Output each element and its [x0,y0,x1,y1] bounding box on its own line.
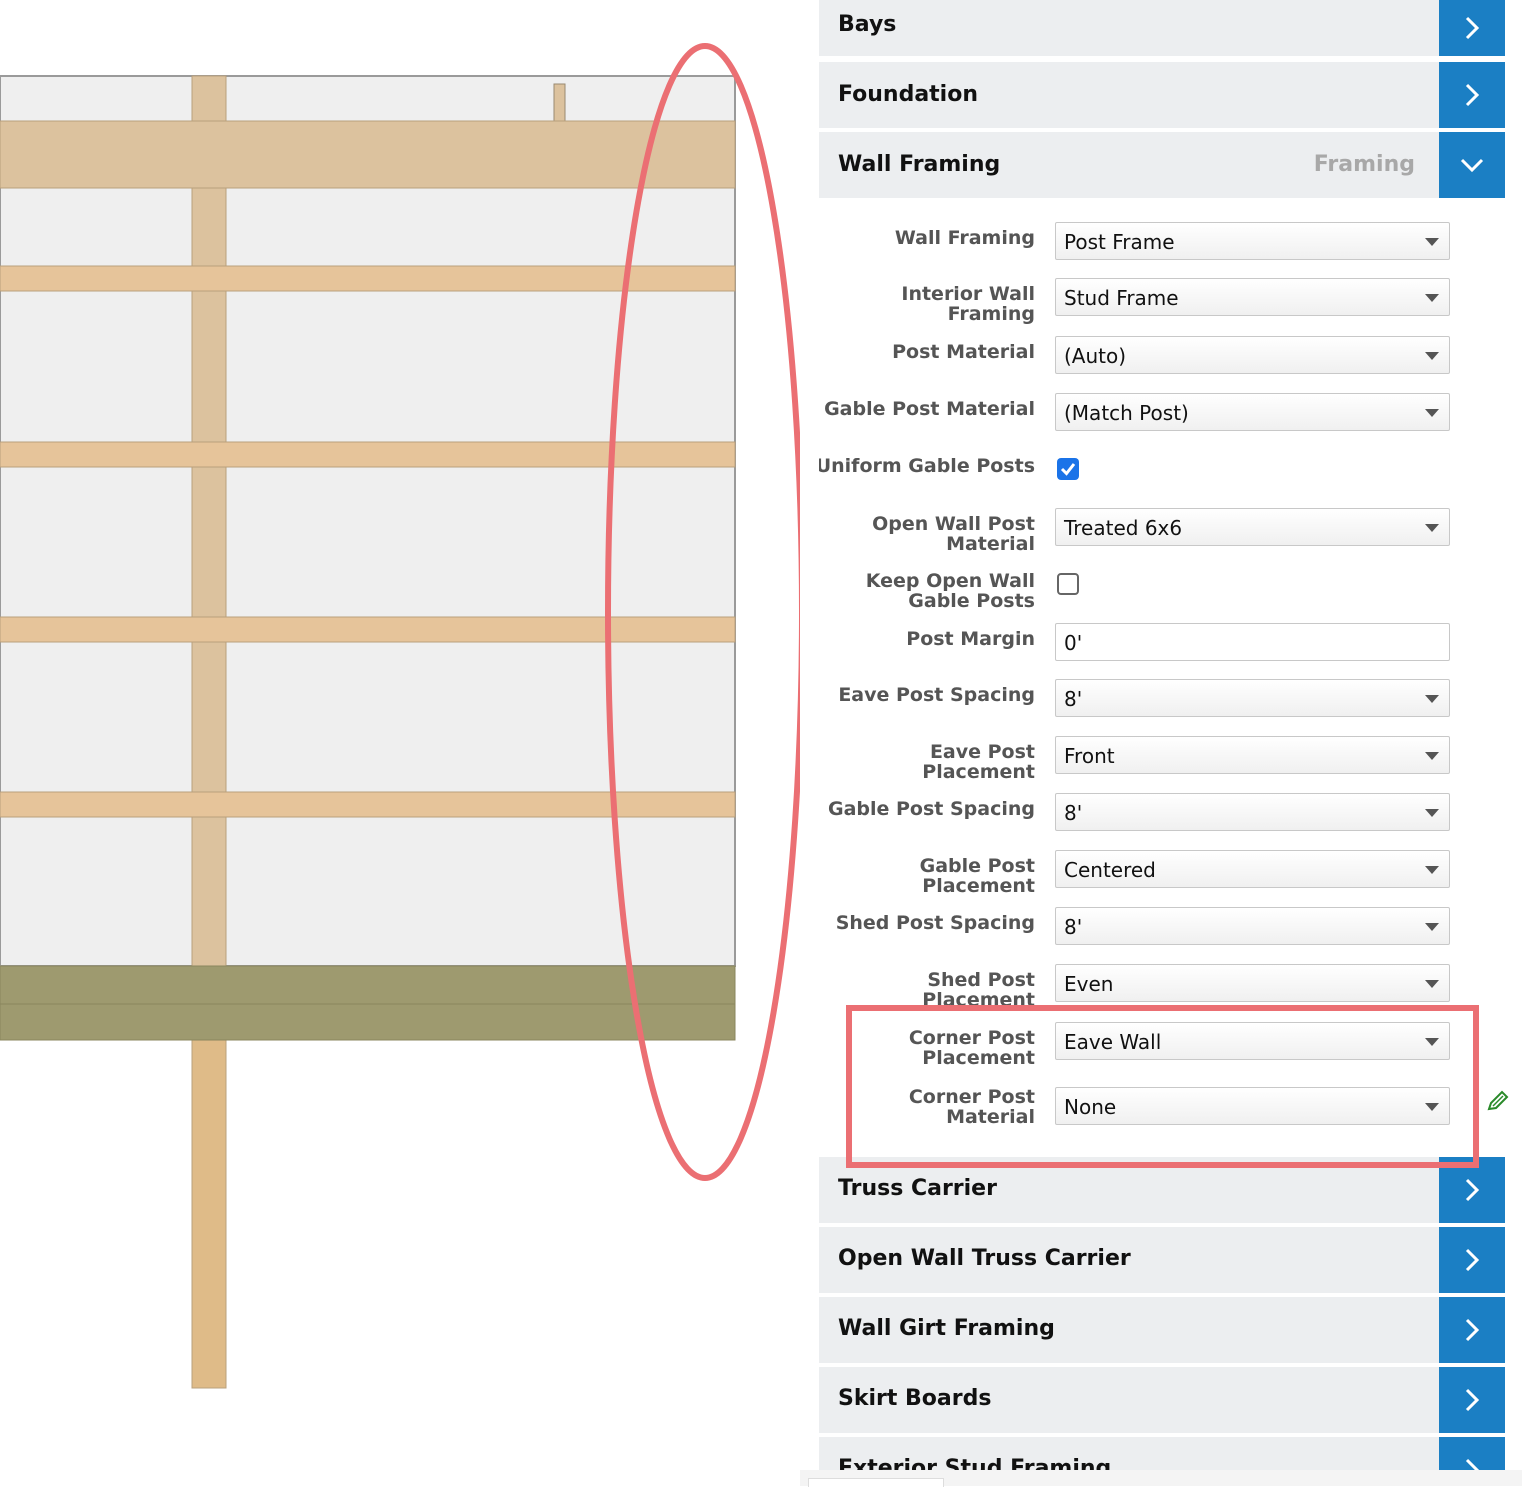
section-wall-girt-framing[interactable]: Wall Girt Framing [819,1297,1505,1363]
field-gable-post-material: Gable Post Material (Match Post) [819,393,1505,443]
chevron-right-icon[interactable] [1439,1437,1505,1470]
section-title: Wall Girt Framing [838,1316,1055,1341]
section-open-wall-truss-carrier[interactable]: Open Wall Truss Carrier [819,1227,1505,1293]
field-label: Shed Post Spacing [835,912,1035,934]
chevron-right-icon[interactable] [1439,62,1505,128]
dropdown-arrow-icon [1425,524,1439,532]
wall-girt [0,791,736,818]
wall-girt [0,441,736,468]
chevron-down-icon[interactable] [1439,132,1505,198]
field-label: Wall Framing [894,227,1035,249]
section-wall-framing[interactable]: Wall Framing Framing [819,132,1505,198]
section-title: Exterior Stud Framing [838,1456,1112,1470]
dropdown-arrow-icon [1425,980,1439,988]
field-label: Gable Post Material [824,398,1035,420]
shed-post-placement-select[interactable]: Even [1055,964,1450,1002]
field-eave-post-spacing: Eave Post Spacing 8' [819,679,1505,729]
field-label: Eave Post Placement [922,741,1035,783]
wall-girt [0,616,736,643]
dropdown-arrow-icon [1425,409,1439,417]
chevron-right-icon[interactable] [1439,0,1505,56]
annotation-rectangle [846,1005,1479,1168]
dropdown-arrow-icon [1425,695,1439,703]
section-title: Wall Framing [838,152,1001,177]
field-gable-post-spacing: Gable Post Spacing 8' [819,793,1505,843]
field-uniform-gable-posts: Uniform Gable Posts [819,450,1505,500]
gable-post-placement-select[interactable]: Centered [1055,850,1450,888]
section-title: Foundation [838,82,979,107]
field-post-margin: Post Margin 0' [819,623,1505,673]
dropdown-arrow-icon [1425,238,1439,246]
gable-post-spacing-select[interactable]: 8' [1055,793,1450,831]
section-title: Bays [838,12,897,37]
field-label: Eave Post Spacing [838,684,1035,706]
open-wall-post-material-select[interactable]: Treated 6x6 [1055,508,1450,546]
small-stud [553,83,566,123]
field-label: Shed Post Placement [922,969,1035,1011]
field-label: Keep Open Wall Gable Posts [865,570,1035,612]
field-shed-post-spacing: Shed Post Spacing 8' [819,907,1505,957]
post-margin-input[interactable]: 0' [1055,623,1450,661]
field-label: Post Material [892,341,1035,363]
section-bays[interactable]: Bays [819,0,1505,56]
field-label: Interior Wall Framing [901,283,1035,325]
dropdown-arrow-icon [1425,923,1439,931]
field-label: Open Wall Post Material [872,513,1035,555]
framing-3d-view[interactable] [0,0,800,1486]
dropdown-arrow-icon [1425,294,1439,302]
wall-framing-select[interactable]: Post Frame [1055,222,1450,260]
header-beam [0,120,736,189]
field-wall-framing: Wall Framing Post Frame [819,222,1505,272]
dropdown-arrow-icon [1425,866,1439,874]
interior-wall-framing-select[interactable]: Stud Frame [1055,278,1450,316]
properties-panel: Bays Foundation Wall Framing Framing Wal… [819,0,1505,1470]
section-skirt-boards[interactable]: Skirt Boards [819,1367,1505,1433]
post-material-select[interactable]: (Auto) [1055,336,1450,374]
section-foundation[interactable]: Foundation [819,62,1505,128]
field-interior-wall-framing: Interior Wall Framing Stud Frame [819,278,1505,328]
section-title: Open Wall Truss Carrier [838,1246,1131,1271]
eave-post-spacing-select[interactable]: 8' [1055,679,1450,717]
eave-post-placement-select[interactable]: Front [1055,736,1450,774]
foundation-band [0,965,736,1041]
wall-elevation-drawing [0,43,800,1389]
chevron-right-icon[interactable] [1439,1227,1505,1293]
uniform-gable-posts-checkbox[interactable] [1057,458,1079,480]
shed-post-spacing-select[interactable]: 8' [1055,907,1450,945]
section-exterior-stud-framing[interactable]: Exterior Stud Framing [819,1437,1505,1470]
dropdown-arrow-icon [1425,809,1439,817]
section-subtitle: Framing [1313,152,1415,177]
chevron-right-icon[interactable] [1439,1297,1505,1363]
field-post-material: Post Material (Auto) [819,336,1505,386]
wall-panel [0,75,736,967]
field-eave-post-placement: Eave Post Placement Front [819,736,1505,786]
field-label: Post Margin [906,628,1035,650]
field-keep-open-wall-gable-posts: Keep Open Wall Gable Posts [819,565,1505,615]
section-title: Skirt Boards [838,1386,992,1411]
checkmark-icon [1060,463,1076,476]
field-gable-post-placement: Gable Post Placement Centered [819,850,1505,900]
dropdown-arrow-icon [1425,752,1439,760]
keep-open-wall-gable-posts-checkbox[interactable] [1057,573,1079,595]
dropdown-arrow-icon [1425,352,1439,360]
chevron-right-icon[interactable] [1439,1367,1505,1433]
pencil-edit-icon[interactable] [1486,1090,1510,1112]
field-label: Uniform Gable Posts [819,455,1035,477]
post-bottom [191,1039,227,1389]
gable-post-material-select[interactable]: (Match Post) [1055,393,1450,431]
field-open-wall-post-material: Open Wall Post Material Treated 6x6 [819,508,1505,558]
field-label: Gable Post Spacing [827,798,1035,820]
field-label: Gable Post Placement [919,855,1035,897]
